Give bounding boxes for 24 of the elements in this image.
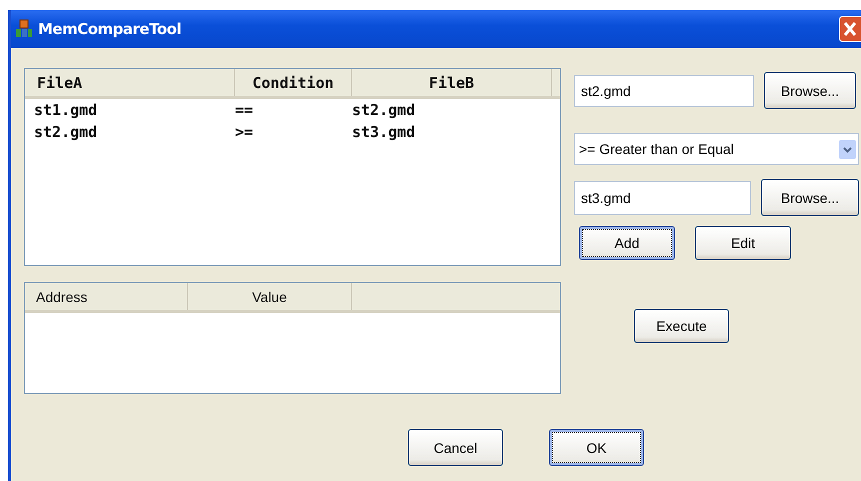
- window-title: MemCompareTool: [38, 20, 182, 38]
- file-b-field[interactable]: st3.gmd: [574, 180, 751, 214]
- table-cell-text: st2.gmd: [352, 101, 416, 119]
- table-cell-text: st3.gmd: [352, 123, 416, 141]
- column-header[interactable]: Address: [25, 283, 188, 310]
- execute-button[interactable]: Execute: [634, 309, 729, 343]
- browse-button[interactable]: Browse...: [764, 72, 856, 109]
- column-header[interactable]: Condition: [235, 69, 352, 96]
- file-a-field[interactable]: st2.gmd: [574, 74, 754, 106]
- ok-button[interactable]: OK: [549, 429, 644, 466]
- table-cell-text: st1.gmd: [33, 101, 98, 119]
- table-cell-text: >=: [235, 123, 254, 141]
- browse-button[interactable]: Browse...: [761, 179, 859, 216]
- app-icon: [15, 19, 33, 39]
- add-button[interactable]: Add: [579, 226, 675, 260]
- column-header[interactable]: FileB: [352, 69, 552, 96]
- edit-button[interactable]: Edit: [695, 226, 791, 260]
- condition-dropdown[interactable]: >= Greater than or Equal: [574, 133, 859, 165]
- close-icon[interactable]: [839, 16, 861, 42]
- table-cell-text: ==: [235, 101, 254, 119]
- column-header[interactable]: FileA: [25, 69, 235, 96]
- cancel-button[interactable]: Cancel: [408, 429, 503, 466]
- column-header[interactable]: Value: [188, 283, 352, 310]
- table-cell-text: st2.gmd: [33, 123, 98, 141]
